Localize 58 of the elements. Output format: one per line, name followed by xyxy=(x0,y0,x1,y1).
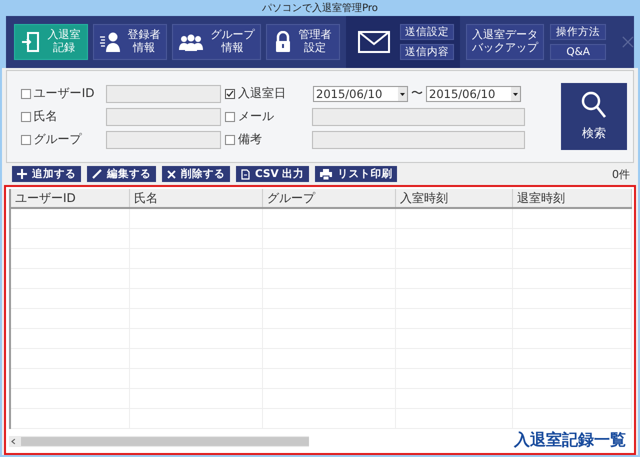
action-button[interactable]: CSV 出力 xyxy=(236,166,310,182)
envelope-icon xyxy=(358,31,390,53)
column-header[interactable]: 入室時刻 xyxy=(396,189,513,207)
input-field[interactable] xyxy=(312,108,525,126)
checkbox[interactable] xyxy=(225,112,235,122)
backup-button[interactable]: 入退室データバックアップ xyxy=(466,24,544,60)
search-button[interactable]: 検索 xyxy=(561,83,627,150)
checkbox[interactable] xyxy=(225,88,235,98)
printer-icon xyxy=(320,168,332,180)
table-caption: 入退室記録一覧 xyxy=(514,430,627,450)
lock-icon xyxy=(274,31,292,53)
nav-button[interactable]: グループ情報 xyxy=(172,24,262,60)
help-button[interactable]: Q&A xyxy=(550,44,606,60)
close-icon[interactable] xyxy=(622,35,634,49)
input-field[interactable] xyxy=(106,84,221,102)
group-icon xyxy=(178,32,204,52)
action-button[interactable]: 追加する xyxy=(12,166,81,182)
column-header[interactable]: 退室時刻 xyxy=(512,189,632,207)
mail-button[interactable]: 送信内容 xyxy=(400,44,454,60)
plus-icon xyxy=(17,169,27,179)
action-button[interactable]: 削除する xyxy=(162,166,230,182)
window-title: パソコンで入退室管理Pro xyxy=(262,2,378,15)
column-header[interactable]: 氏名 xyxy=(130,189,263,207)
record-count: 0件 xyxy=(612,166,630,182)
filter-label: グループ xyxy=(34,131,83,148)
filter-label: メール xyxy=(238,108,275,125)
column-header[interactable]: ユーザーID xyxy=(11,189,130,207)
date-field[interactable]: 2015/06/10 xyxy=(426,86,521,102)
column-header[interactable]: グループ xyxy=(262,189,396,207)
help-button[interactable]: 操作方法 xyxy=(550,24,606,40)
range-separator: 〜 xyxy=(411,85,423,102)
input-field[interactable] xyxy=(312,130,525,148)
nav-button[interactable]: 管理者設定 xyxy=(266,24,340,60)
cross-icon xyxy=(167,170,176,178)
nav-button[interactable]: 登録者情報 xyxy=(93,24,168,60)
document-icon xyxy=(241,168,250,180)
action-button[interactable]: 編集する xyxy=(87,166,156,182)
input-field[interactable] xyxy=(106,130,221,148)
search-icon xyxy=(581,91,607,119)
pencil-icon xyxy=(92,169,102,179)
filter-label: 氏名 xyxy=(34,108,59,125)
filter-label: 備考 xyxy=(238,131,263,148)
filter-label: ユーザーID xyxy=(34,85,96,102)
scrollbar-thumb[interactable] xyxy=(20,437,309,446)
mail-button[interactable]: 送信設定 xyxy=(400,24,454,40)
date-field[interactable]: 2015/06/10 xyxy=(313,86,408,102)
dropdown-icon[interactable] xyxy=(511,86,520,100)
checkbox[interactable] xyxy=(225,134,235,144)
door-icon xyxy=(20,31,41,53)
checkbox[interactable] xyxy=(21,88,31,98)
action-button[interactable]: リスト印刷 xyxy=(315,166,398,182)
horizontal-scrollbar[interactable] xyxy=(9,436,309,447)
filter-label: 入退室日 xyxy=(238,85,287,102)
input-field[interactable] xyxy=(106,108,221,126)
checkbox[interactable] xyxy=(21,134,31,144)
dropdown-icon[interactable] xyxy=(398,86,407,100)
checkbox[interactable] xyxy=(21,112,31,122)
person-icon xyxy=(99,31,121,53)
